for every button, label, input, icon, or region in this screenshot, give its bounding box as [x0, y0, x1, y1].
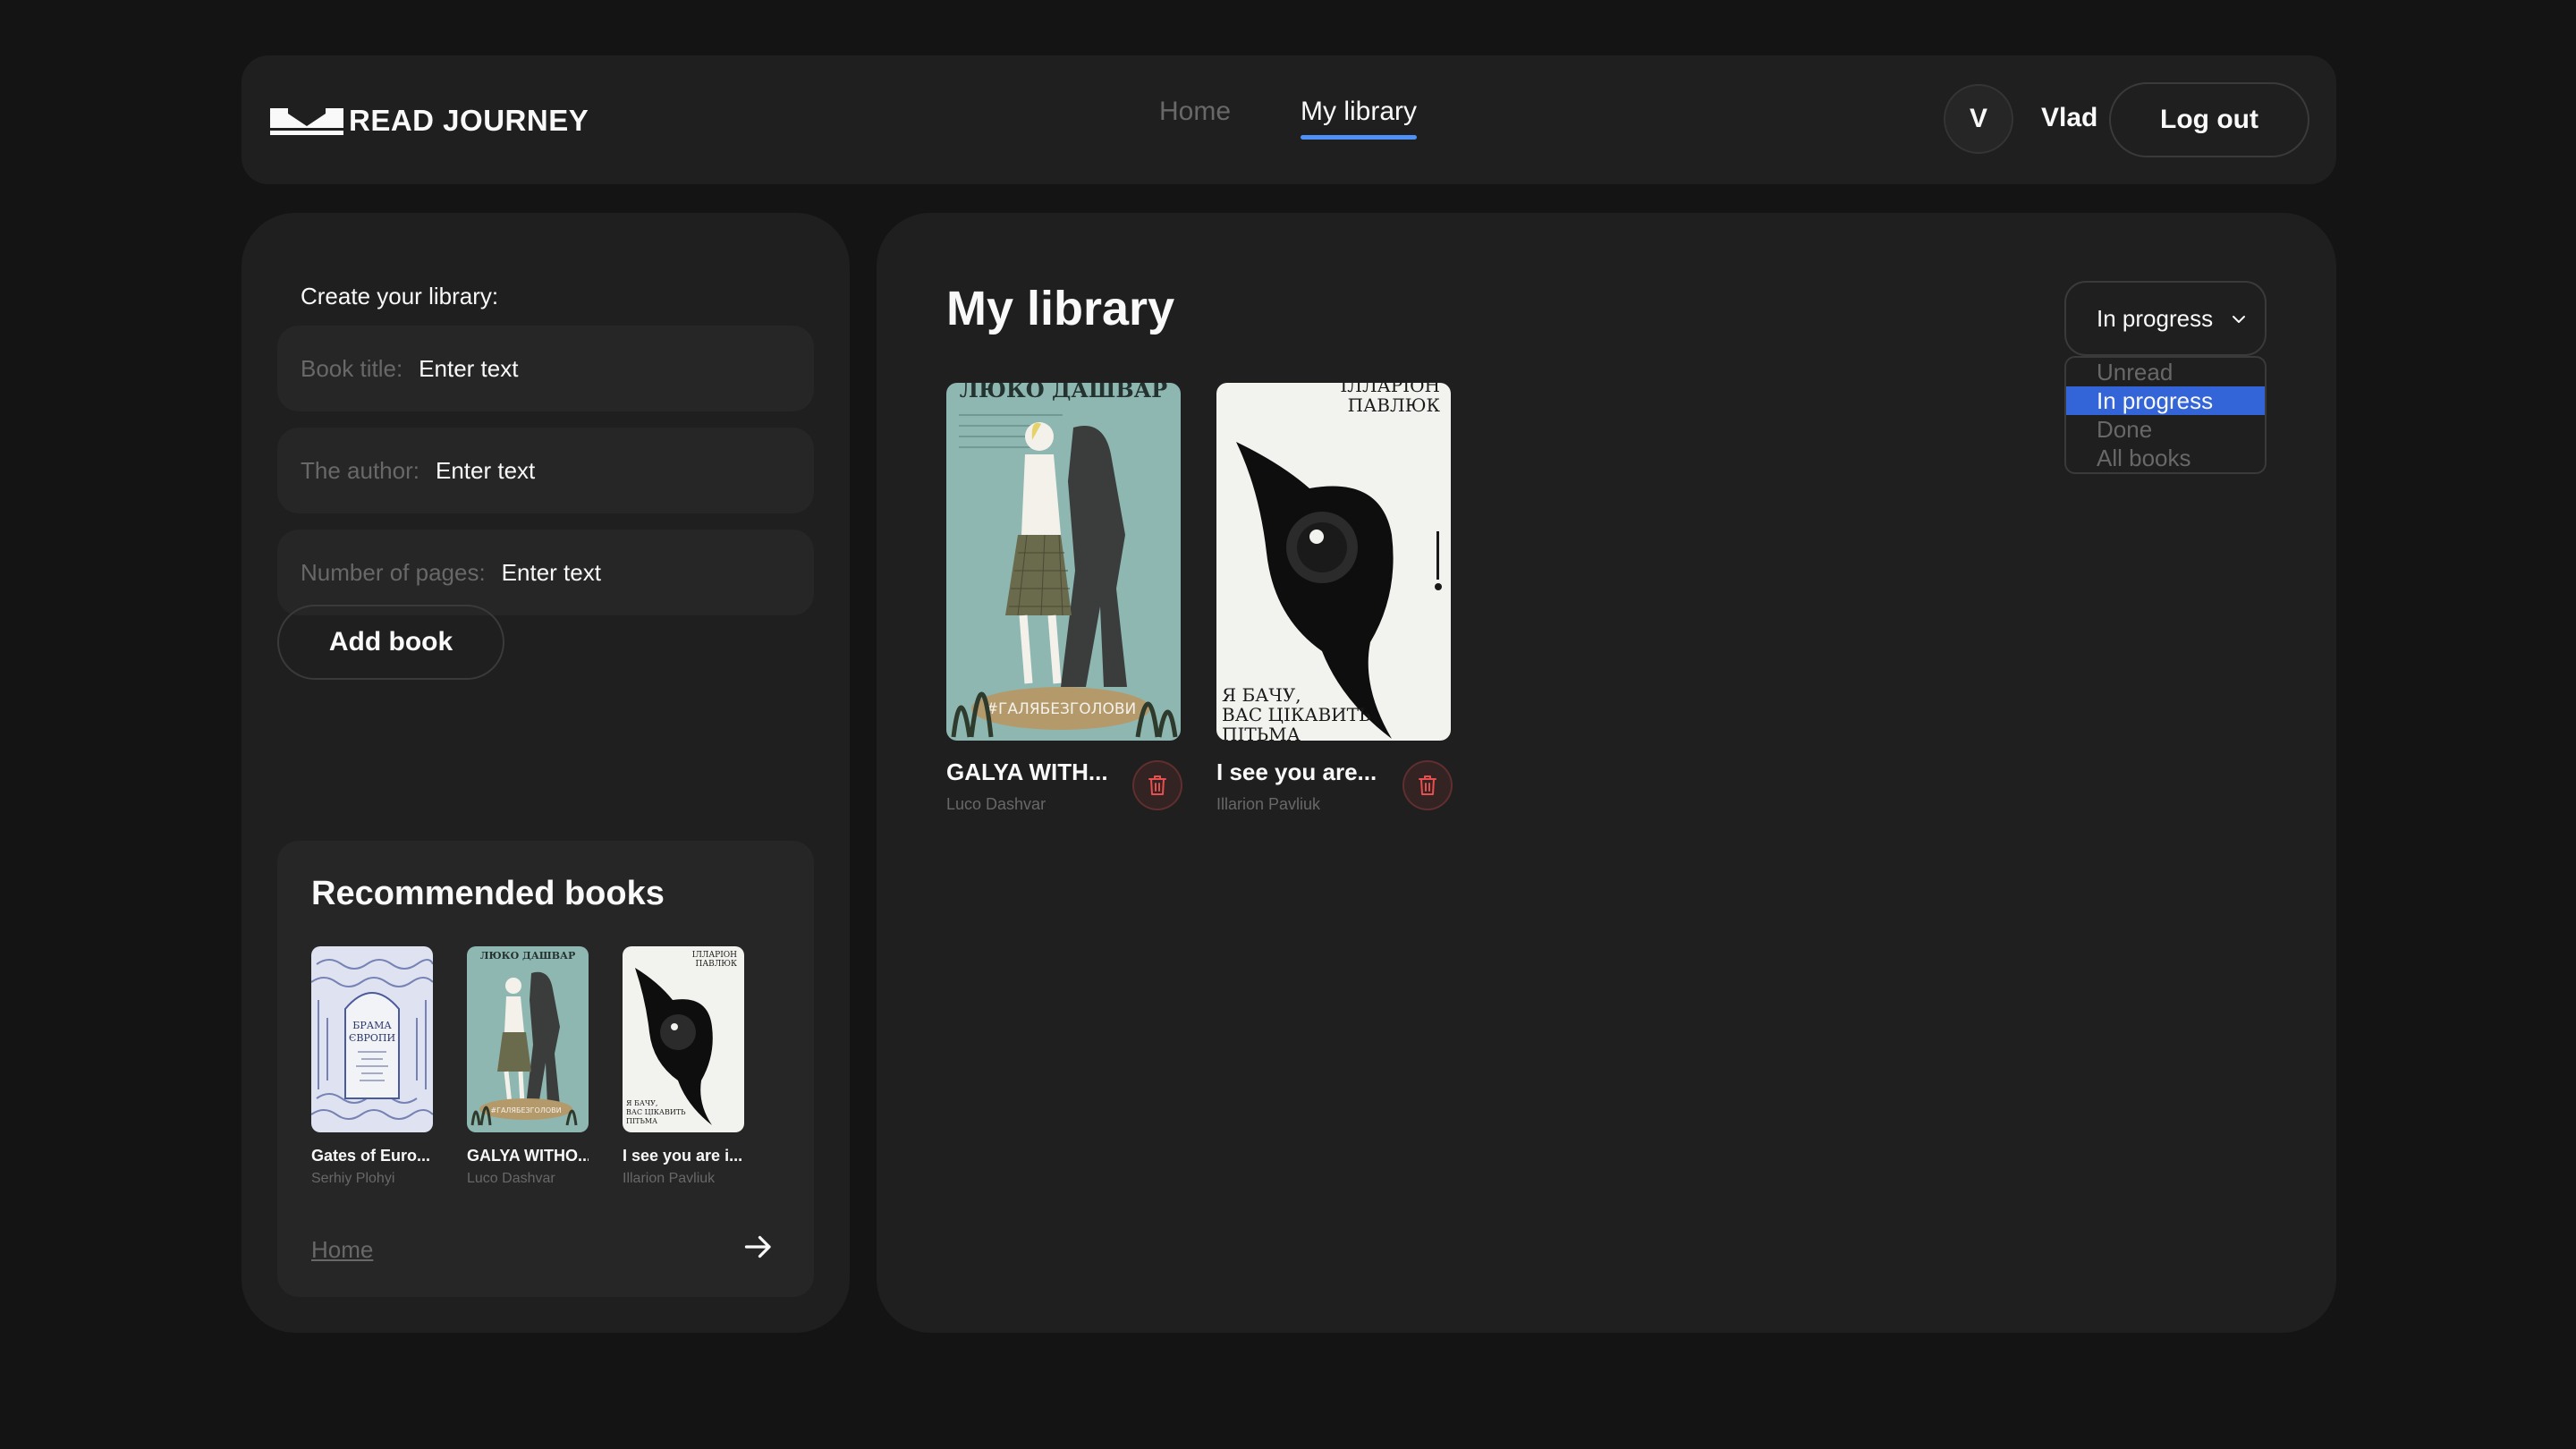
book-author: Serhiy Plohyi: [311, 1171, 395, 1186]
page-title: My library: [946, 282, 1175, 335]
filter-option-all-books[interactable]: All books: [2066, 444, 2265, 472]
sidebar: Create your library: Book title: The aut…: [242, 213, 850, 1333]
cover-text: ПІТЬМА: [626, 1117, 657, 1125]
cover-text: ІЛЛАРІОН: [692, 951, 737, 960]
delete-book-button[interactable]: [1132, 760, 1182, 810]
book-cover[interactable]: ЛЮКО ДАШВАР #ГАЛЯБЕЗГОЛОВИ: [946, 383, 1181, 741]
cover-galya: ЛЮКО ДАШВАР #ГАЛЯБЕЗГОЛОВИ: [946, 383, 1181, 741]
cover-text: ЄВРОПИ: [349, 1032, 395, 1044]
pages-input[interactable]: [501, 558, 770, 587]
cover-text: #ГАЛЯБЕЗГОЛОВИ: [986, 700, 1136, 718]
recommended-books-panel: Recommended books БРАМА ЄВРОПИ Gates of …: [277, 841, 814, 1297]
cover-text: ВАС ЦІКАВИТЬ: [1222, 704, 1370, 725]
recommended-home-link[interactable]: Home: [311, 1236, 373, 1264]
status-filter-dropdown: Unread In progress Done All books: [2064, 356, 2267, 474]
book-title: Gates of Euro...: [311, 1147, 431, 1165]
header: READ JOURNEY Home My library V Vlad Log …: [242, 55, 2336, 184]
recommended-title: Recommended books: [311, 875, 665, 912]
cover-gates-of-europe: БРАМА ЄВРОПИ: [311, 946, 433, 1132]
cover-text: ВАС ЦІКАВИТЬ: [626, 1108, 686, 1116]
book-cover[interactable]: ЛЮКО ДАШВАР #ГАЛЯБЕЗГОЛОВИ: [467, 946, 589, 1132]
logout-button[interactable]: Log out: [2109, 82, 2309, 157]
cover-i-see-you: ІЛЛАРІОН ПАВЛЮК Я БАЧУ, ВАС ЦІКАВИТЬ ПІТ…: [1216, 383, 1451, 741]
book-title-field[interactable]: Book title:: [277, 326, 814, 411]
trash-icon: [1419, 775, 1436, 795]
recommended-book[interactable]: ЛЮКО ДАШВАР #ГАЛЯБЕЗГОЛОВИ GALYA WITHO..…: [467, 946, 589, 1187]
author-field[interactable]: The author:: [277, 428, 814, 513]
logo[interactable]: READ JOURNEY: [270, 104, 589, 138]
my-library-panel: My library In progress Unread In progres…: [877, 213, 2336, 1333]
book-cover[interactable]: БРАМА ЄВРОПИ: [311, 946, 433, 1132]
book-cover[interactable]: ІЛЛАРІОН ПАВЛЮК Я БАЧУ, ВАС ЦІКАВИТЬ ПІТ…: [1216, 383, 1451, 741]
pages-field[interactable]: Number of pages:: [277, 530, 814, 615]
cover-text: БРАМА: [352, 1020, 392, 1031]
pages-label: Number of pages:: [301, 558, 486, 586]
status-filter-select[interactable]: In progress: [2064, 281, 2267, 356]
book-author: Illarion Pavliuk: [623, 1171, 716, 1186]
book-author: Luco Dashvar: [467, 1171, 555, 1186]
cover-galya: ЛЮКО ДАШВАР #ГАЛЯБЕЗГОЛОВИ: [467, 946, 589, 1132]
filter-option-in-progress[interactable]: In progress: [2066, 386, 2265, 415]
cover-text: ЛЮКО ДАШВАР: [960, 383, 1167, 402]
book-title: GALYA WITHO...: [467, 1147, 589, 1165]
cover-text: ПАВЛЮК: [696, 960, 738, 969]
recommended-book[interactable]: ІЛЛАРІОН ПАВЛЮК Я БАЧУ, ВАС ЦІКАВИТЬ ПІТ…: [623, 946, 744, 1187]
library-book: ЛЮКО ДАШВАР #ГАЛЯБЕЗГОЛОВИ GALYA WITH...…: [946, 383, 1182, 814]
chevron-down-icon: [2233, 316, 2245, 323]
cover-text: Я БАЧУ,: [1222, 684, 1301, 706]
filter-option-unread[interactable]: Unread: [2066, 358, 2265, 386]
book-title-label: Book title:: [301, 354, 403, 382]
book-logo-icon: [270, 108, 343, 135]
nav-home[interactable]: Home: [1159, 97, 1231, 140]
trash-icon: [1148, 775, 1166, 795]
recommended-book[interactable]: БРАМА ЄВРОПИ Gates of Euro... Serhiy Plo…: [311, 946, 433, 1187]
book-title-input[interactable]: [419, 354, 688, 383]
add-book-button[interactable]: Add book: [277, 605, 504, 680]
book-cover[interactable]: ІЛЛАРІОН ПАВЛЮК Я БАЧУ, ВАС ЦІКАВИТЬ ПІТ…: [623, 946, 744, 1132]
cover-i-see-you: ІЛЛАРІОН ПАВЛЮК Я БАЧУ, ВАС ЦІКАВИТЬ ПІТ…: [623, 946, 744, 1132]
author-label: The author:: [301, 456, 419, 484]
main-nav: Home My library: [1159, 97, 1418, 140]
cover-text: #ГАЛЯБЕЗГОЛОВИ: [490, 1106, 561, 1114]
user-name: Vlad: [2041, 103, 2098, 132]
avatar[interactable]: V: [1944, 84, 2013, 154]
delete-book-button[interactable]: [1402, 760, 1453, 810]
author-input[interactable]: [435, 456, 704, 485]
arrow-right-icon[interactable]: [742, 1231, 775, 1263]
library-book: ІЛЛАРІОН ПАВЛЮК Я БАЧУ, ВАС ЦІКАВИТЬ ПІТ…: [1216, 383, 1453, 814]
cover-text: Я БАЧУ,: [626, 1099, 657, 1107]
recommended-list: БРАМА ЄВРОПИ Gates of Euro... Serhiy Plo…: [311, 946, 744, 1187]
status-filter-value: In progress: [2097, 304, 2214, 332]
cover-text: ПАВЛЮК: [1348, 394, 1441, 416]
filter-option-done[interactable]: Done: [2066, 415, 2265, 444]
cover-text: ПІТЬМА: [1222, 724, 1301, 741]
cover-text: ЛЮКО ДАШВАР: [480, 950, 576, 962]
create-library-label: Create your library:: [301, 283, 499, 309]
book-title: I see you are i...: [623, 1147, 743, 1165]
logo-text: READ JOURNEY: [349, 104, 589, 137]
nav-my-library[interactable]: My library: [1301, 97, 1418, 140]
